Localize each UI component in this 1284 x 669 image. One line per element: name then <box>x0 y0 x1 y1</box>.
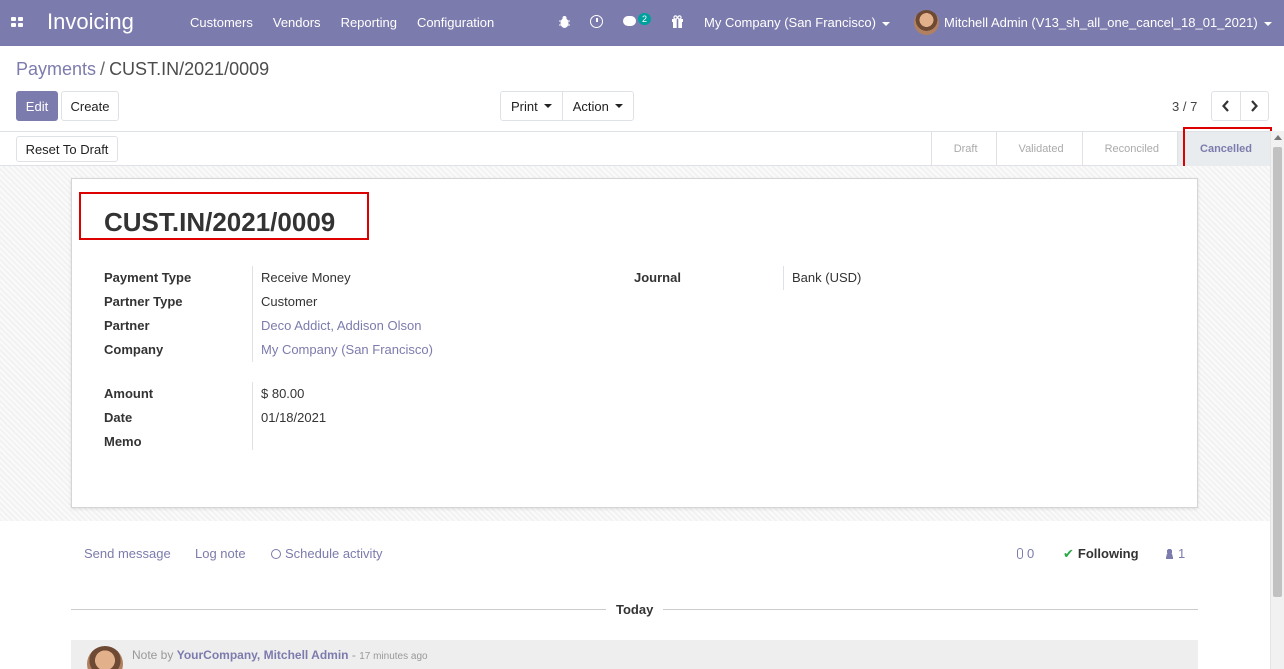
date-value: 01/18/2021 <box>261 410 327 425</box>
day-divider <box>71 609 606 610</box>
edit-button[interactable]: Edit <box>16 91 58 121</box>
chevron-down-icon <box>1263 21 1272 26</box>
partner-type-label: Partner Type <box>104 294 183 309</box>
main-menu: Customers Vendors Reporting Configuratio… <box>190 15 514 30</box>
message-prefix: Note by <box>132 648 174 662</box>
bug-icon[interactable] <box>558 15 571 29</box>
schedule-activity-label: Schedule activity <box>285 546 383 561</box>
message-time: 17 minutes ago <box>359 651 428 662</box>
top-navbar: Invoicing Customers Vendors Reporting Co… <box>0 0 1284 46</box>
follower-count: 1 <box>1178 546 1186 561</box>
action-dropdown[interactable]: Action <box>561 92 633 120</box>
print-dropdown[interactable]: Print <box>501 92 562 120</box>
stage-draft[interactable]: Draft <box>930 132 996 166</box>
field-divider <box>783 266 784 290</box>
menu-vendors[interactable]: Vendors <box>273 15 321 30</box>
reset-to-draft-button[interactable]: Reset To Draft <box>16 136 118 162</box>
day-label: Today <box>616 602 654 617</box>
breadcrumb: Payments / CUST.IN/2021/0009 <box>16 59 269 80</box>
print-label: Print <box>511 98 538 114</box>
menu-reporting[interactable]: Reporting <box>341 15 397 30</box>
company-link[interactable]: My Company (San Francisco) <box>261 342 433 357</box>
action-buttons: Print Action <box>500 91 634 121</box>
company-name: My Company (San Francisco) <box>704 15 876 30</box>
following-button[interactable]: ✔ Following <box>1063 546 1139 562</box>
partner-link[interactable]: Deco Addict, Addison Olson <box>261 318 421 333</box>
company-switcher[interactable]: My Company (San Francisco) <box>704 15 890 30</box>
pager-next-button[interactable] <box>1239 92 1269 120</box>
menu-customers[interactable]: Customers <box>190 15 253 30</box>
field-divider <box>252 382 253 450</box>
partner-type-value: Customer <box>261 294 318 309</box>
chat-icon[interactable] <box>623 16 636 26</box>
chevron-right-icon <box>1251 100 1259 112</box>
schedule-activity-button[interactable]: Schedule activity <box>271 546 383 561</box>
scroll-up-icon[interactable] <box>1274 135 1282 140</box>
user-avatar[interactable] <box>914 10 939 35</box>
message-dash: - <box>351 648 356 662</box>
chevron-down-icon <box>881 21 890 26</box>
payment-type-label: Payment Type <box>104 270 192 285</box>
log-note-button[interactable]: Log note <box>195 546 246 561</box>
day-divider <box>663 609 1198 610</box>
menu-configuration[interactable]: Configuration <box>417 15 494 30</box>
scrollbar[interactable] <box>1270 131 1284 669</box>
gift-icon[interactable] <box>671 15 684 28</box>
check-icon: ✔ <box>1063 546 1074 561</box>
breadcrumb-separator: / <box>100 59 106 79</box>
pager-previous-button[interactable] <box>1212 92 1240 120</box>
field-divider <box>252 266 253 362</box>
memo-label: Memo <box>104 434 142 449</box>
breadcrumb-payments[interactable]: Payments <box>16 59 96 79</box>
attachments-button[interactable]: 0 <box>1017 546 1034 561</box>
send-message-button[interactable]: Send message <box>84 546 171 561</box>
followers-button[interactable]: 1 <box>1165 546 1185 561</box>
pager-value[interactable]: 3 / 7 <box>1172 99 1197 114</box>
clock-icon[interactable] <box>590 15 603 28</box>
journal-label: Journal <box>634 270 681 285</box>
stage-reconciled[interactable]: Reconciled <box>1081 132 1177 166</box>
user-name: Mitchell Admin (V13_sh_all_one_cancel_18… <box>944 15 1258 30</box>
payment-type-value: Receive Money <box>261 270 351 285</box>
status-bar: Reset To Draft Draft Validated Reconcile… <box>0 131 1270 166</box>
company-label: Company <box>104 342 164 357</box>
following-label: Following <box>1077 546 1139 561</box>
scrollbar-thumb[interactable] <box>1273 147 1282 597</box>
partner-label: Partner <box>104 318 150 333</box>
chevron-down-icon <box>543 104 552 108</box>
chevron-left-icon <box>1221 100 1229 112</box>
journal-value: Bank (USD) <box>792 270 862 285</box>
title-highlight-box <box>79 192 369 240</box>
pager-buttons <box>1211 91 1269 121</box>
message-header: Note by YourCompany, Mitchell Admin - 17… <box>132 648 428 662</box>
message-author[interactable]: YourCompany, Mitchell Admin <box>177 648 349 662</box>
create-button[interactable]: Create <box>61 91 119 121</box>
app-brand[interactable]: Invoicing <box>47 9 134 35</box>
stage-validated[interactable]: Validated <box>995 132 1082 166</box>
action-label: Action <box>572 98 609 114</box>
apps-menu-icon[interactable] <box>11 17 23 28</box>
clock-icon <box>271 549 281 559</box>
paperclip-icon <box>1017 548 1023 559</box>
amount-value: $ 80.00 <box>261 386 305 401</box>
chevron-down-icon <box>614 104 623 108</box>
chat-badge: 2 <box>638 13 652 25</box>
user-icon <box>1165 549 1174 559</box>
breadcrumb-current: CUST.IN/2021/0009 <box>109 59 270 79</box>
amount-label: Amount <box>104 386 154 401</box>
date-label: Date <box>104 410 133 425</box>
user-menu[interactable]: Mitchell Admin (V13_sh_all_one_cancel_18… <box>944 15 1272 30</box>
attachment-count: 0 <box>1027 546 1035 561</box>
